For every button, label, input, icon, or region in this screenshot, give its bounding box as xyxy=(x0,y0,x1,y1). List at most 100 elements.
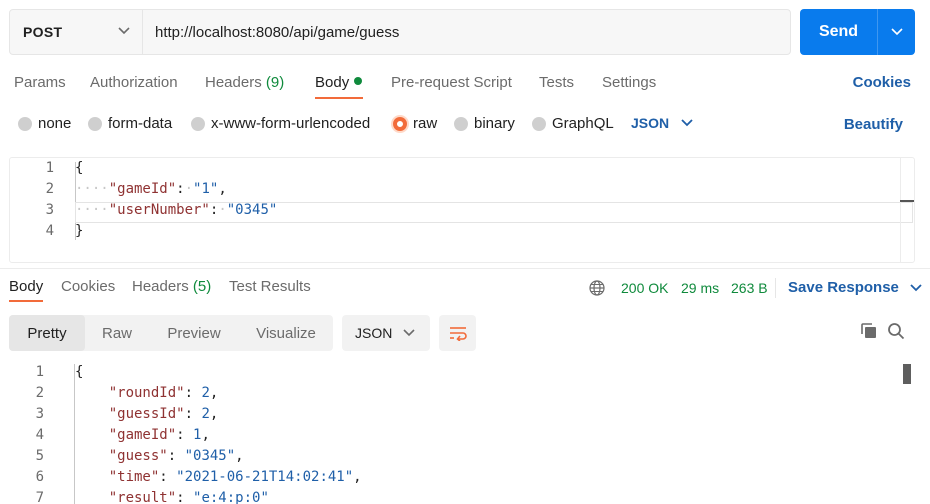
method-select[interactable]: POST xyxy=(10,10,143,54)
json-key: "roundId" xyxy=(108,385,185,401)
json-value: 2 xyxy=(201,385,210,401)
url-text: http://localhost:8080/api/game/guess xyxy=(155,23,400,41)
request-tabs: Params Authorization Headers (9) Body Pr… xyxy=(0,70,930,102)
method-label: POST xyxy=(23,24,63,40)
response-format-label: JSON xyxy=(355,325,393,341)
tab-label: Authorization xyxy=(90,74,178,91)
line-number: 4 xyxy=(45,223,54,239)
view-mode-preview[interactable]: Preview xyxy=(149,315,239,351)
response-tab-body[interactable]: Body xyxy=(9,278,43,295)
body-indicator-dot xyxy=(354,77,363,85)
headers-count: (9) xyxy=(265,74,285,91)
response-tab-cookies[interactable]: Cookies xyxy=(61,278,115,295)
code-text: { xyxy=(75,364,84,380)
code-line: 5 "guess": "0345", xyxy=(0,448,930,469)
response-tab-headers[interactable]: Headers (5) xyxy=(132,278,211,295)
tab-tests[interactable]: Tests xyxy=(539,74,574,91)
radio-x-www-form-urlencoded[interactable]: x-www-form-urlencoded xyxy=(191,115,370,132)
code-line: 1 { xyxy=(10,160,914,181)
send-button-group: Send xyxy=(800,9,915,55)
tab-settings[interactable]: Settings xyxy=(602,74,656,91)
radio-form-data[interactable]: form-data xyxy=(88,115,172,132)
code-line: 4 "gameId": 1, xyxy=(0,427,930,448)
line-number: 6 xyxy=(35,469,44,485)
json-value: "0345" xyxy=(184,448,236,464)
tab-body[interactable]: Body xyxy=(315,74,363,91)
code-text: { xyxy=(75,160,84,176)
radio-graphql[interactable]: GraphQL xyxy=(532,115,614,132)
response-time[interactable]: 29 ms xyxy=(681,280,719,296)
line-number: 4 xyxy=(35,427,44,443)
radio-none[interactable]: none xyxy=(18,115,71,132)
json-key: "gameId" xyxy=(108,181,177,197)
tab-params[interactable]: Params xyxy=(14,74,66,91)
radio-label: form-data xyxy=(108,115,173,132)
response-size[interactable]: 263 B xyxy=(731,280,768,296)
globe-icon[interactable] xyxy=(589,280,605,296)
response-tab-test-results[interactable]: Test Results xyxy=(229,278,311,295)
send-options-button[interactable] xyxy=(878,9,915,55)
radio-circle xyxy=(532,116,546,131)
body-format-select[interactable]: JSON xyxy=(631,115,693,131)
response-body-viewer[interactable]: 1{2 "roundId": 2, 3 "guessId": 2, 4 "gameI… xyxy=(0,362,930,504)
radio-circle-selected xyxy=(393,116,407,131)
json-key: "userNumber" xyxy=(108,202,210,218)
chevron-down-icon xyxy=(910,283,922,291)
radio-label: none xyxy=(38,115,72,132)
body-format-label: JSON xyxy=(631,115,670,131)
line-number: 1 xyxy=(45,160,54,176)
editor-scrollbar[interactable] xyxy=(900,158,914,262)
cookies-link[interactable]: Cookies xyxy=(853,74,911,91)
json-key: "guessId" xyxy=(108,406,185,422)
tab-headers[interactable]: Headers (9) xyxy=(205,74,284,91)
line-number: 2 xyxy=(45,181,54,197)
save-response-label: Save Response xyxy=(788,279,899,296)
wrap-lines-button[interactable] xyxy=(439,315,476,351)
tab-label: Test Results xyxy=(229,278,311,295)
code-text: } xyxy=(75,223,84,239)
response-format-select[interactable]: JSON xyxy=(342,315,430,351)
save-response-button[interactable]: Save Response xyxy=(788,279,922,296)
tab-label: Cookies xyxy=(61,278,116,295)
chevron-down-icon xyxy=(890,28,903,36)
line-number: 3 xyxy=(45,202,54,218)
send-button[interactable]: Send xyxy=(800,9,878,55)
scrollbar-marker xyxy=(900,200,914,202)
json-value: "1" xyxy=(193,181,219,197)
json-key: "result" xyxy=(108,490,177,504)
copy-icon[interactable] xyxy=(860,322,878,340)
json-key: "guess" xyxy=(108,448,168,464)
radio-raw[interactable]: raw xyxy=(393,115,437,132)
tab-label: Params xyxy=(14,74,66,91)
line-number: 7 xyxy=(35,490,44,504)
request-body-editor[interactable]: 1 { 2 ····"gameId":·"1", 3 ····"userNumb… xyxy=(9,157,915,263)
chevron-down-icon xyxy=(118,27,130,35)
tab-pre-request-script[interactable]: Pre-request Script xyxy=(391,74,512,91)
active-tab-underline xyxy=(315,97,363,99)
divider xyxy=(775,278,776,298)
url-input[interactable]: http://localhost:8080/api/game/guess xyxy=(143,10,790,54)
search-icon[interactable] xyxy=(887,322,905,340)
code-line: 7 "result": "e:4:p:0" xyxy=(0,490,930,504)
view-mode-switcher: Pretty Raw Preview Visualize xyxy=(9,315,333,351)
wrap-lines-icon xyxy=(449,327,467,341)
radio-binary[interactable]: binary xyxy=(454,115,515,132)
response-scrollbar-thumb[interactable] xyxy=(903,364,911,384)
json-key: "time" xyxy=(108,469,160,485)
code-line: 4 } xyxy=(10,223,914,244)
line-number: 1 xyxy=(35,364,44,380)
view-mode-pretty[interactable]: Pretty xyxy=(9,315,85,351)
view-mode-raw[interactable]: Raw xyxy=(85,315,149,351)
tab-label: Headers xyxy=(132,278,189,295)
tab-authorization[interactable]: Authorization xyxy=(90,74,178,91)
active-tab-underline xyxy=(9,300,43,302)
json-value: "2021-06-21T14:02:41" xyxy=(176,469,354,485)
beautify-button[interactable]: Beautify xyxy=(844,116,903,133)
chevron-down-icon xyxy=(403,329,415,337)
code-line: 1{ xyxy=(0,364,930,385)
status-code[interactable]: 200 OK xyxy=(621,280,668,296)
radio-label: GraphQL xyxy=(552,115,614,132)
line-number: 2 xyxy=(35,385,44,401)
body-type-selector: none form-data x-www-form-urlencoded raw… xyxy=(0,112,930,138)
view-mode-visualize[interactable]: Visualize xyxy=(239,315,333,351)
